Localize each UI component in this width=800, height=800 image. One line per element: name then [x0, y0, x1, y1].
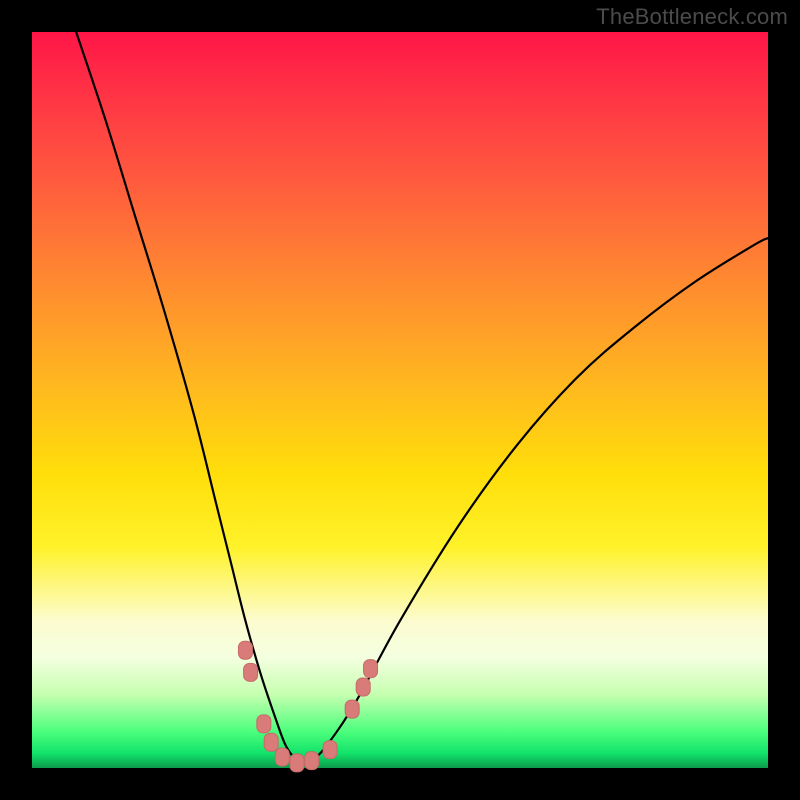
curve-marker [264, 733, 278, 751]
curve-marker [257, 715, 271, 733]
curve-marker [356, 678, 370, 696]
curve-markers [238, 641, 377, 772]
plot-area [32, 32, 768, 768]
curve-marker [238, 641, 252, 659]
chart-frame: TheBottleneck.com [0, 0, 800, 800]
curve-marker [345, 700, 359, 718]
curve-marker [244, 663, 258, 681]
curve-svg [32, 32, 768, 768]
curve-marker [323, 741, 337, 759]
curve-marker [364, 660, 378, 678]
curve-marker [305, 752, 319, 770]
watermark-text: TheBottleneck.com [596, 4, 788, 30]
curve-marker [290, 754, 304, 772]
bottleneck-curve [76, 32, 768, 764]
curve-marker [275, 748, 289, 766]
